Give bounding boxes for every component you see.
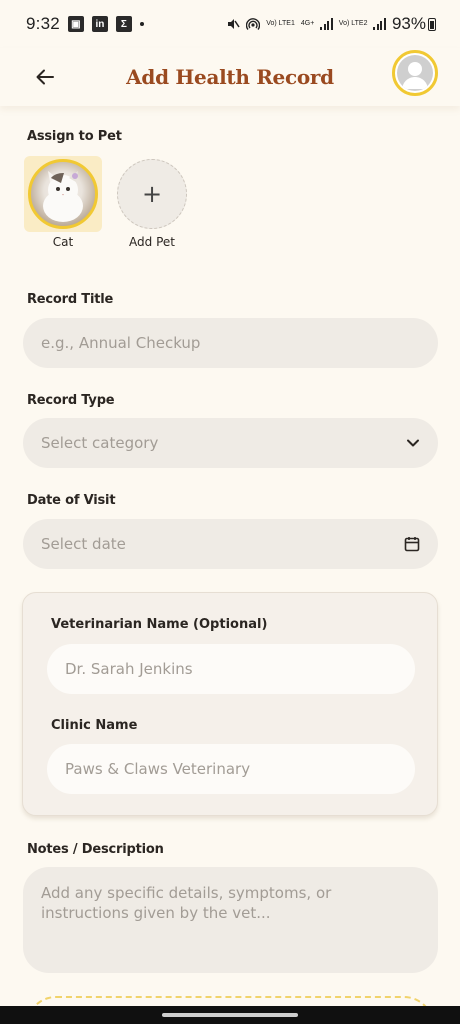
battery-indicator: 93% [392,14,436,34]
app-header: Add Health Record [0,48,460,106]
date-of-visit-label: Date of Visit [27,493,116,508]
network-label-4g: 4G+ [300,20,315,27]
vet-name-placeholder: Dr. Sarah Jenkins [65,660,193,678]
gallery-icon: ▣ [67,16,84,32]
status-right: Vo) LTE1 4G+ Vo) LTE2 93% [226,14,436,34]
add-pet-button[interactable]: + Add Pet [117,159,187,249]
pet-photo-cat [28,159,98,229]
signal-icon-1 [320,18,333,30]
user-placeholder-icon [397,55,433,91]
record-type-placeholder: Select category [41,434,159,452]
vet-name-input[interactable]: Dr. Sarah Jenkins [47,644,415,694]
signal-icon-2 [373,18,386,30]
network-label-1: Vo) LTE1 [266,20,295,27]
notes-label: Notes / Description [27,842,164,857]
calendar-icon [404,536,420,552]
back-button[interactable] [30,62,60,92]
pet-name: Cat [52,235,74,249]
system-nav-bar [0,1006,460,1024]
network-label-2: Vo) LTE2 [338,20,368,27]
date-of-visit-input[interactable]: Select date [23,519,438,569]
more-notifications-dot-icon [139,22,144,26]
record-type-label: Record Type [27,393,115,408]
page-title: Add Health Record [126,65,334,89]
clinic-name-label: Clinic Name [51,718,138,733]
status-bar: 9:32 ▣ in Σ Vo) LTE1 4G+ Vo) LTE2 93% [0,0,460,48]
date-placeholder: Select date [41,535,126,553]
battery-percent: 93% [391,14,426,33]
vet-info-card: Veterinarian Name (Optional) Dr. Sarah J… [22,592,438,816]
sigma-app-icon: Σ [115,16,132,32]
plus-icon: + [117,159,187,229]
battery-icon [428,17,436,31]
clinic-name-placeholder: Paws & Claws Veterinary [65,760,251,778]
record-title-placeholder: e.g., Annual Checkup [41,334,201,352]
arrow-left-icon [36,69,54,85]
clinic-name-input[interactable]: Paws & Claws Veterinary [47,744,415,794]
chevron-down-icon [406,438,420,448]
profile-avatar[interactable] [392,50,438,96]
add-pet-label: Add Pet [129,235,175,249]
notes-placeholder: Add any specific details, symptoms, or i… [41,884,332,922]
home-gesture-handle[interactable] [162,1013,298,1017]
linkedin-icon: in [91,16,108,32]
status-time: 9:32 [26,14,60,33]
mute-icon [228,19,240,29]
pet-option-cat[interactable]: Cat [28,159,98,249]
assign-pet-label: Assign to Pet [27,129,122,144]
hotspot-icon [246,18,261,30]
vet-name-label: Veterinarian Name (Optional) [51,617,268,632]
record-title-input[interactable]: e.g., Annual Checkup [23,318,438,368]
status-left: 9:32 ▣ in Σ [26,14,144,34]
notes-textarea[interactable]: Add any specific details, symptoms, or i… [23,867,438,973]
record-title-label: Record Title [27,292,114,307]
record-type-select[interactable]: Select category [23,418,438,468]
